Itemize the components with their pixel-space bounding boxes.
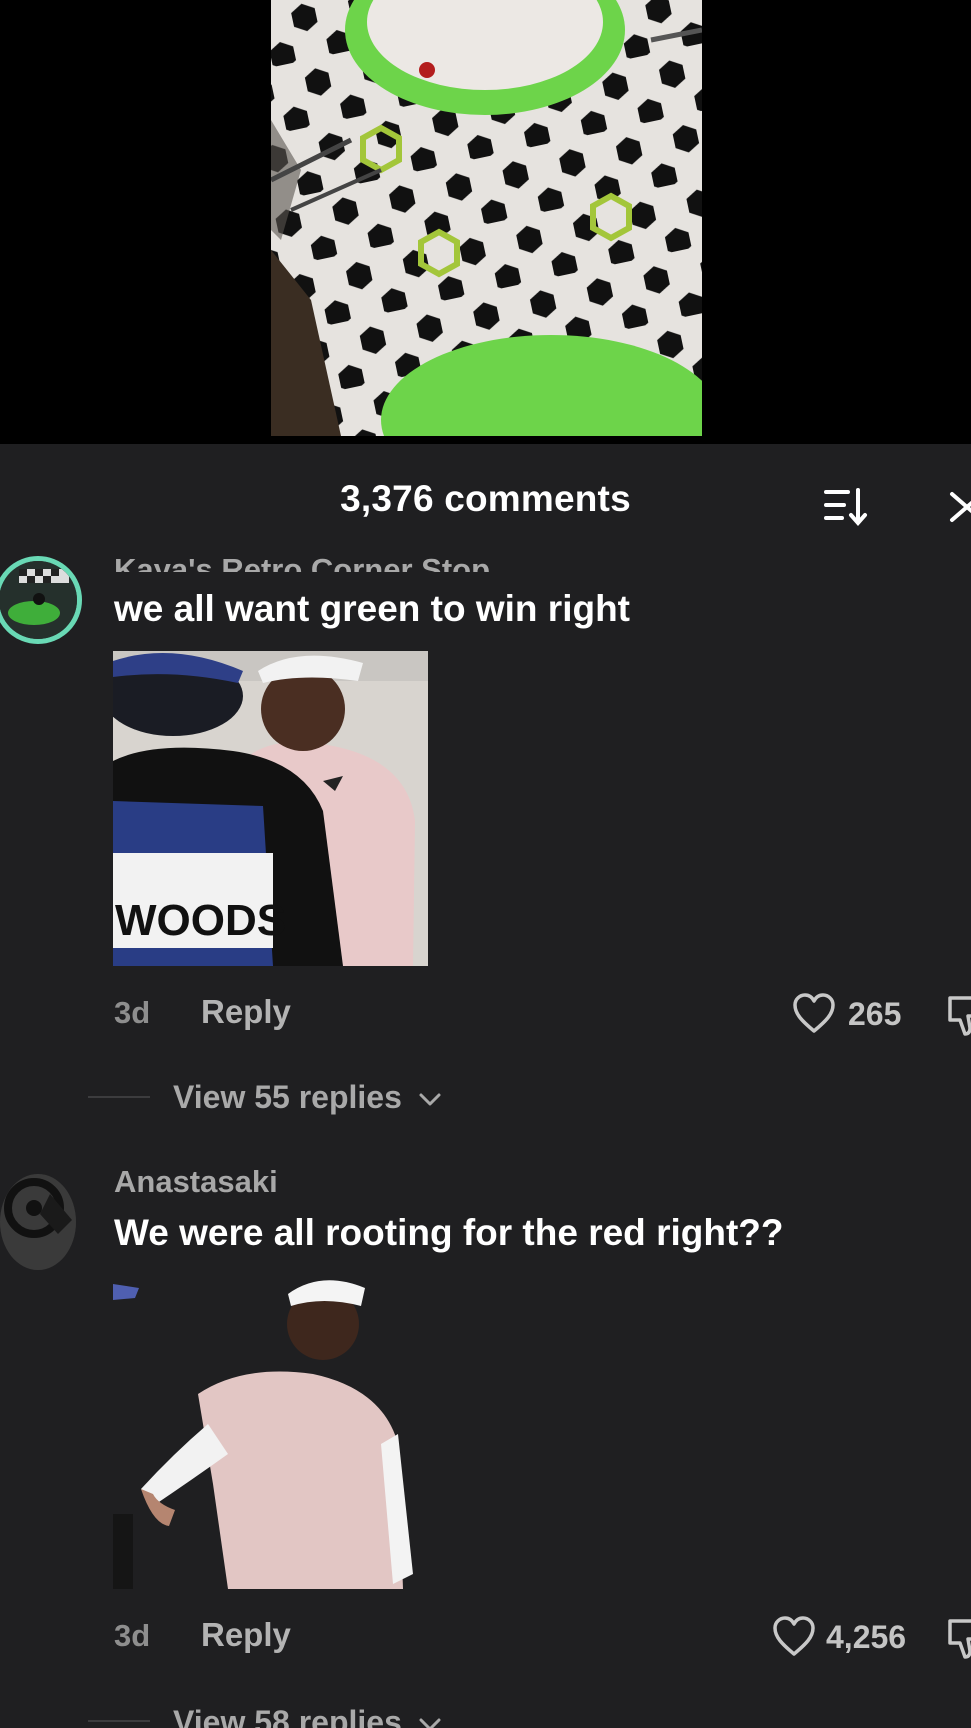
comment-text: we all want green to win right <box>114 588 630 629</box>
chevron-down-icon <box>419 1093 441 1106</box>
comments-panel: 3,376 comments Kaya's Retro Corner Stop … <box>0 444 971 1728</box>
comment-gif[interactable]: WOODS <box>113 651 428 966</box>
divider <box>88 1720 150 1722</box>
sort-icon[interactable] <box>822 484 870 528</box>
view-replies-button[interactable]: View 55 replies <box>173 1079 443 1116</box>
video-frame <box>271 0 702 436</box>
comment-age: 3d <box>114 995 151 1030</box>
close-icon[interactable] <box>948 490 971 524</box>
dislike-icon[interactable] <box>946 994 971 1038</box>
video-player[interactable] <box>0 0 971 444</box>
like-count: 4,256 <box>826 1619 907 1655</box>
comment-gif[interactable] <box>113 1274 428 1589</box>
divider <box>88 1096 150 1098</box>
view-replies-label: View 58 replies <box>173 1704 402 1728</box>
gif-image: WOODS <box>113 651 428 966</box>
view-replies-button[interactable]: View 58 replies <box>173 1704 443 1728</box>
chevron-down-icon <box>419 1718 441 1728</box>
comment-text: We were all rooting for the red right?? <box>114 1212 784 1253</box>
gif-image <box>113 1274 428 1589</box>
like-count: 265 <box>848 996 902 1032</box>
reply-button[interactable]: Reply <box>201 993 291 1031</box>
marble-race-board-image <box>271 0 702 436</box>
heart-icon[interactable] <box>772 1616 816 1658</box>
heart-icon[interactable] <box>792 993 836 1035</box>
gif-caption: WOODS <box>115 896 286 945</box>
view-replies-label: View 55 replies <box>173 1079 402 1115</box>
avatar[interactable] <box>0 1174 76 1270</box>
reply-button[interactable]: Reply <box>201 1616 291 1654</box>
comment-username[interactable]: Anastasaki <box>114 1164 278 1200</box>
comment-username[interactable]: Kaya's Retro Corner Stop <box>114 544 490 572</box>
comment-age: 3d <box>114 1618 151 1653</box>
avatar[interactable] <box>0 556 82 644</box>
dislike-icon[interactable] <box>946 1617 971 1661</box>
